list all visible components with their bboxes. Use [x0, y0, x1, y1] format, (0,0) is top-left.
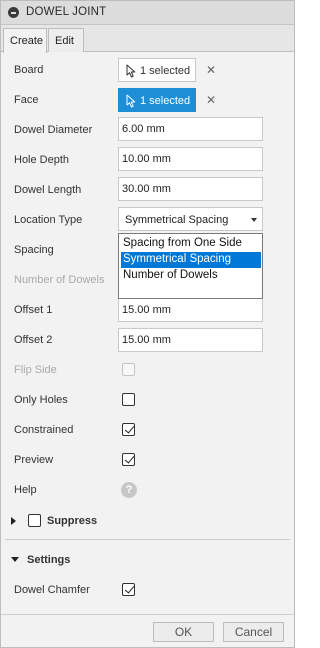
settings-section-header[interactable]: Settings	[1, 545, 294, 575]
offset1-label: Offset 1	[14, 304, 53, 316]
flip-side-label: Flip Side	[14, 364, 57, 376]
tab-edit[interactable]: Edit	[48, 28, 84, 52]
pointer-icon	[126, 64, 136, 78]
face-label: Face	[14, 94, 39, 106]
location-type-value: Symmetrical Spacing	[125, 214, 229, 226]
suppress-section-header[interactable]: Suppress	[1, 506, 294, 536]
dialog-titlebar[interactable]: DOWEL JOINT	[1, 1, 294, 25]
dowel-diameter-label: Dowel Diameter	[14, 124, 93, 136]
preview-checkbox[interactable]	[122, 453, 135, 466]
board-select-button[interactable]: 1 selected	[118, 58, 196, 82]
tab-create[interactable]: Create	[3, 28, 47, 53]
number-of-dowels-label: Number of Dowels	[14, 274, 105, 286]
ok-button[interactable]: OK	[153, 622, 214, 642]
spacing-label: Spacing	[14, 244, 54, 256]
offset2-label: Offset 2	[14, 334, 53, 346]
offset1-input[interactable]: 15.00 mm	[118, 298, 263, 322]
dowel-diameter-input[interactable]: 6.00 mm	[118, 117, 263, 141]
dialog-footer: OK Cancel	[1, 614, 294, 647]
only-holes-label: Only Holes	[14, 394, 68, 406]
constrained-checkbox[interactable]	[122, 423, 135, 436]
location-type-dropdown[interactable]: Symmetrical Spacing	[118, 207, 263, 231]
option-symmetrical-spacing[interactable]: Symmetrical Spacing	[121, 252, 261, 268]
board-label: Board	[14, 64, 44, 76]
preview-label: Preview	[14, 454, 54, 466]
dialog-title: DOWEL JOINT	[26, 6, 107, 18]
settings-label: Settings	[27, 554, 71, 566]
expand-arrow-icon[interactable]	[11, 517, 16, 525]
suppress-checkbox[interactable]	[28, 514, 41, 527]
section-divider	[5, 539, 290, 540]
pointer-icon	[126, 94, 136, 108]
board-clear-icon[interactable]: ✕	[206, 63, 216, 77]
option-number-of-dowels[interactable]: Number of Dowels	[121, 268, 261, 284]
face-select-button[interactable]: 1 selected	[118, 88, 196, 112]
location-type-label: Location Type	[14, 214, 83, 226]
dowel-joint-dialog: DOWEL JOINT Create Edit Board 1 selected…	[0, 0, 295, 648]
option-spacing-from-one-side[interactable]: Spacing from One Side	[121, 236, 261, 252]
face-clear-icon[interactable]: ✕	[206, 93, 216, 107]
suppress-label: Suppress	[47, 515, 98, 527]
only-holes-checkbox[interactable]	[122, 393, 135, 406]
dowel-chamfer-label: Dowel Chamfer	[14, 584, 90, 596]
face-select-text: 1 selected	[140, 95, 191, 107]
hole-depth-label: Hole Depth	[14, 154, 70, 166]
constrained-label: Constrained	[14, 424, 74, 436]
collapse-arrow-icon[interactable]	[11, 557, 19, 562]
collapse-icon[interactable]	[8, 7, 19, 18]
dowel-length-input[interactable]: 30.00 mm	[118, 177, 263, 201]
help-icon[interactable]: ?	[121, 482, 137, 498]
offset2-input[interactable]: 15.00 mm	[118, 328, 263, 352]
cancel-button[interactable]: Cancel	[223, 622, 284, 642]
flip-side-checkbox[interactable]	[122, 363, 135, 376]
hole-depth-input[interactable]: 10.00 mm	[118, 147, 263, 171]
board-select-text: 1 selected	[140, 65, 191, 77]
dowel-chamfer-checkbox[interactable]	[122, 583, 135, 596]
help-label: Help	[14, 484, 37, 496]
tab-bar: Create Edit	[1, 25, 294, 53]
chevron-down-icon	[251, 218, 257, 222]
location-type-options-list: Spacing from One Side Symmetrical Spacin…	[118, 233, 263, 299]
dowel-length-label: Dowel Length	[14, 184, 82, 196]
